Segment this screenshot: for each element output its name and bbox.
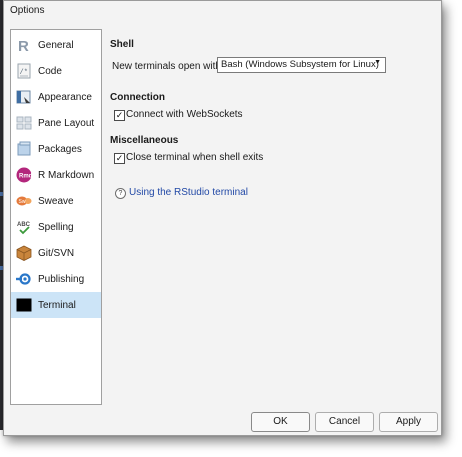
close-terminal-checkbox[interactable]: ✓ [114,153,125,164]
spelling-icon: ABC [17,222,31,235]
options-sidebar: R General /* Code Appearance Pane Layout… [10,29,102,405]
svg-text:Sw: Sw [19,199,26,205]
shell-section-title: Shell [110,39,134,50]
cancel-button[interactable]: Cancel [315,412,374,432]
terminal-help-link[interactable]: Using the RStudio terminal [129,187,248,198]
git-svn-icon [16,245,32,261]
sweave-icon: Sw [16,196,32,206]
sidebar-item-label: Pane Layout [38,118,95,129]
sidebar-item-label: Appearance [38,92,92,103]
new-terminals-select[interactable]: Bash (Windows Subsystem for Linux) ▼ [217,57,386,73]
sidebar-item-sweave[interactable]: Sw Sweave [11,188,101,214]
r-logo-icon: R [18,38,29,53]
options-dialog: Options R General /* Code Appearance Pan… [3,0,442,436]
sidebar-item-label: Spelling [38,222,74,233]
svg-text:Rmd: Rmd [19,174,32,180]
sidebar-item-label: Packages [38,144,82,155]
publishing-icon [16,273,31,285]
terminal-settings-panel: Shell New terminals open with: Bash (Win… [110,31,435,411]
sidebar-item-appearance[interactable]: Appearance [11,84,101,110]
sidebar-item-git-svn[interactable]: Git/SVN [11,240,101,266]
sidebar-item-label: Code [38,66,62,77]
rmarkdown-icon: Rmd [16,167,32,183]
appearance-icon [16,90,31,104]
ok-button[interactable]: OK [251,412,310,432]
sidebar-item-label: R Markdown [38,170,95,181]
sidebar-item-label: Sweave [38,196,74,207]
terminal-icon [16,298,32,312]
close-terminal-label: Close terminal when shell exits [126,152,264,163]
pane-layout-icon [16,116,32,130]
apply-button[interactable]: Apply [379,412,438,432]
packages-icon [17,141,31,156]
sidebar-item-label: Terminal [38,300,76,311]
window-title: Options [10,5,45,16]
sidebar-item-publishing[interactable]: Publishing [11,266,101,292]
sidebar-item-spelling[interactable]: ABC Spelling [11,214,101,240]
connection-section-title: Connection [110,92,165,103]
sidebar-item-pane-layout[interactable]: Pane Layout [11,110,101,136]
websockets-label: Connect with WebSockets [126,109,243,120]
sidebar-item-terminal[interactable]: Terminal [11,292,101,318]
title-bar: Options [4,1,441,21]
svg-text:R: R [18,38,29,53]
dropdown-arrow-icon: ▼ [374,59,381,66]
new-terminals-label: New terminals open with: [112,61,224,72]
sidebar-item-label: General [38,40,74,51]
sidebar-item-general[interactable]: R General [11,32,101,58]
sidebar-item-code[interactable]: /* Code [11,58,101,84]
sidebar-item-label: Git/SVN [38,248,75,259]
sidebar-item-r-markdown[interactable]: Rmd R Markdown [11,162,101,188]
code-icon: /* [17,63,31,79]
websockets-checkbox[interactable]: ✓ [114,110,125,121]
help-icon: ? [115,188,126,199]
sidebar-item-packages[interactable]: Packages [11,136,101,162]
miscellaneous-section-title: Miscellaneous [110,135,179,146]
new-terminals-select-value: Bash (Windows Subsystem for Linux) [221,59,379,70]
sidebar-item-label: Publishing [38,274,85,285]
